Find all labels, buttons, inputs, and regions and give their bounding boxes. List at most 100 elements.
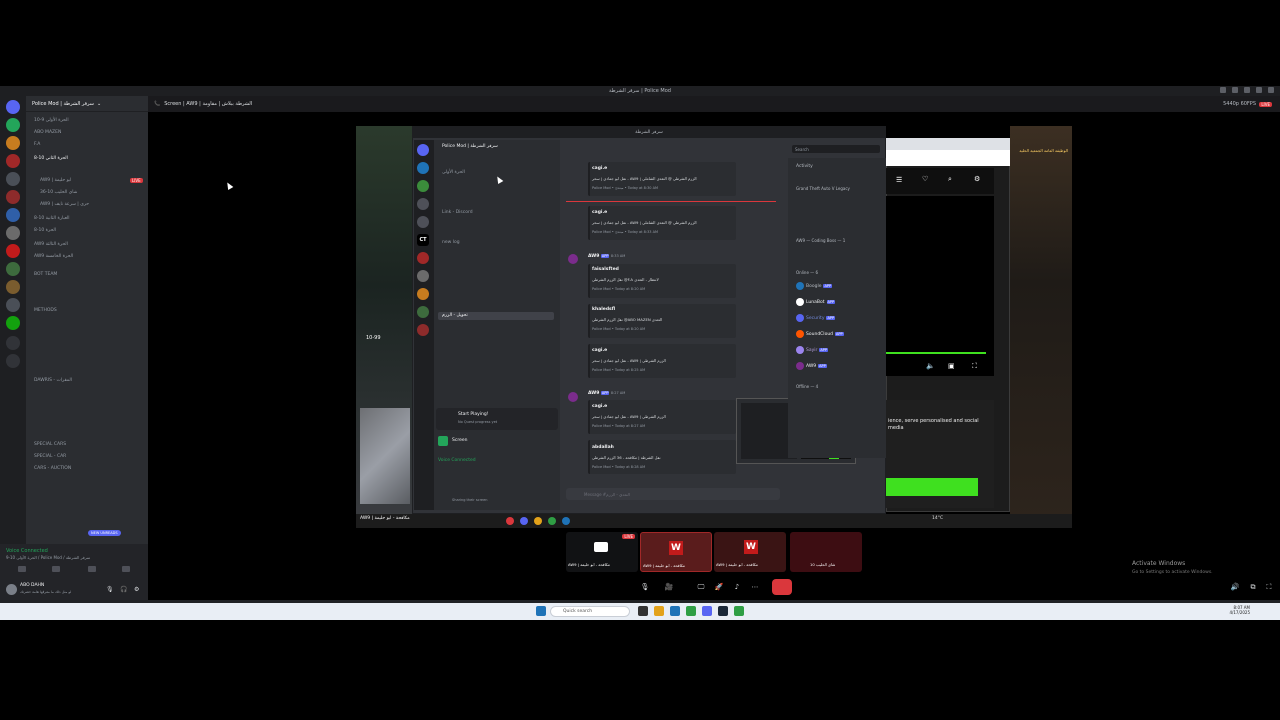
message-input[interactable]: Message #التعدي - الزرم xyxy=(566,488,780,500)
server-icon[interactable] xyxy=(417,288,429,300)
server-icon[interactable] xyxy=(417,252,429,264)
inner-server-name[interactable]: Police Mod | سرفر الشرطة xyxy=(442,144,498,149)
explore-icon[interactable] xyxy=(6,354,20,368)
member-name[interactable]: Boogle xyxy=(806,284,821,289)
volume-icon[interactable]: 🔈 xyxy=(926,362,935,370)
avatar[interactable] xyxy=(796,346,804,354)
avatar[interactable] xyxy=(796,298,804,306)
server-icon[interactable] xyxy=(6,190,20,204)
channel-item[interactable]: SPECIAL - CAR xyxy=(34,454,66,459)
close-button[interactable] xyxy=(1268,87,1274,93)
headphones-icon[interactable]: 🎧 xyxy=(120,586,127,593)
chrome-icon[interactable] xyxy=(734,606,744,616)
heart-icon[interactable]: ♡ xyxy=(922,175,928,183)
participant-tile[interactable]: W AW9 | مكافحة - ابو حليمة xyxy=(714,532,786,572)
task-view-icon[interactable] xyxy=(638,606,648,616)
channel-item[interactable]: CARS - AUCTION xyxy=(34,466,71,471)
volume-icon[interactable]: 🔊 xyxy=(1230,582,1240,592)
search-input[interactable]: Search xyxy=(792,145,880,153)
search-input[interactable]: Quick search xyxy=(550,606,630,617)
chrome-icon[interactable] xyxy=(548,517,556,525)
channel-item[interactable]: الحرة 10-8 xyxy=(34,228,56,233)
server-icon[interactable] xyxy=(6,244,20,258)
avatar[interactable] xyxy=(796,282,804,290)
activity-icon[interactable] xyxy=(88,566,96,572)
server-icon[interactable] xyxy=(6,118,20,132)
mic-icon[interactable]: 🎙 xyxy=(640,582,650,592)
popout-icon[interactable]: ⧉ xyxy=(1248,582,1258,592)
member-name[interactable]: Sayir xyxy=(806,348,817,353)
message-author[interactable]: cagi.e xyxy=(592,348,607,353)
edge-icon[interactable] xyxy=(670,606,680,616)
participant-tile[interactable]: AW9 | مكافحة - ابو حليمة LIVE xyxy=(566,532,638,572)
home-icon[interactable] xyxy=(417,144,429,156)
member-name[interactable]: AW9 xyxy=(806,364,816,369)
channel-item[interactable]: الحرة الأولى 9-10 xyxy=(34,118,69,123)
add-server-icon[interactable] xyxy=(6,336,20,350)
discord-icon[interactable] xyxy=(702,606,712,616)
home-icon[interactable] xyxy=(6,100,20,114)
inbox-icon[interactable] xyxy=(1220,87,1226,93)
chrome-icon[interactable] xyxy=(686,606,696,616)
category-header[interactable]: BOT TEAM xyxy=(34,272,57,277)
channel-item[interactable]: DAWRIS - المقرات xyxy=(34,378,72,383)
server-header[interactable]: Police Mod | سرفر الشرطة ⌄ xyxy=(26,96,148,112)
ct-server-icon[interactable]: CT xyxy=(417,234,429,246)
quest-card[interactable] xyxy=(436,408,558,430)
server-icon[interactable] xyxy=(417,162,429,174)
pip-icon[interactable]: ▣ xyxy=(948,362,955,370)
server-icon[interactable] xyxy=(6,262,20,276)
channel-item[interactable]: METHODS xyxy=(34,308,57,313)
channel-item[interactable]: ABO MAZEN xyxy=(34,130,61,135)
disconnect-button[interactable] xyxy=(772,579,792,595)
server-icon[interactable] xyxy=(417,216,429,228)
server-icon[interactable] xyxy=(6,226,20,240)
server-icon[interactable] xyxy=(417,198,429,210)
file-explorer-icon[interactable] xyxy=(654,606,664,616)
new-unreads-pill[interactable]: NEW UNREADS xyxy=(88,530,121,536)
voice-user[interactable]: شاي الحليب 10-36 xyxy=(40,190,77,195)
server-icon[interactable] xyxy=(417,306,429,318)
clock[interactable]: 8:07 AM 4/17/2025 xyxy=(1216,605,1250,615)
avatar[interactable] xyxy=(796,330,804,338)
activity-icon[interactable]: 🚀 xyxy=(714,582,724,592)
server-icon[interactable] xyxy=(417,270,429,282)
mic-icon[interactable]: 🎙 xyxy=(106,586,114,593)
more-icon[interactable]: ⋯ xyxy=(750,582,760,592)
accept-button[interactable] xyxy=(886,478,978,496)
app-icon[interactable] xyxy=(534,517,542,525)
activity-game[interactable]: Grand Theft Auto V Legacy xyxy=(796,186,850,191)
voice-channel[interactable]: الحرة الأولى 10-9 / Police Mod / سرفر ال… xyxy=(6,555,90,560)
server-icon[interactable] xyxy=(6,154,20,168)
category-header[interactable]: new log xyxy=(442,240,460,245)
progress-bar[interactable] xyxy=(886,352,986,354)
channel-item[interactable]: AW9 الحرة الخامسة xyxy=(34,254,73,259)
message-author[interactable]: cagi.e xyxy=(592,404,607,409)
server-icon[interactable] xyxy=(6,172,20,186)
fullscreen-icon[interactable]: ⛶ xyxy=(1264,582,1274,592)
channel-item[interactable]: F.A xyxy=(34,142,40,147)
avatar[interactable] xyxy=(568,254,578,264)
channel-item[interactable]: Link - Discord xyxy=(442,210,473,215)
avatar[interactable] xyxy=(568,392,578,402)
video-player[interactable]: 🔈 ▣ ⛶ xyxy=(886,196,994,376)
fullscreen-icon[interactable]: ⛶ xyxy=(972,362,977,371)
screen-share-icon[interactable] xyxy=(52,566,60,572)
channel-item-active[interactable]: الحرة الثاني 10-8 xyxy=(34,156,68,161)
participant-tile[interactable]: شاي الحليب 10 xyxy=(790,532,862,572)
member-name[interactable]: Security xyxy=(806,316,824,321)
message-author[interactable]: faisalsfted xyxy=(592,267,619,272)
search-icon[interactable]: ⌕ xyxy=(948,175,952,184)
participant-tile[interactable]: W AW9 | مكافحة - ابو حليمة xyxy=(640,532,712,572)
member-name[interactable]: LunaBot xyxy=(806,300,825,305)
help-icon[interactable] xyxy=(1232,87,1238,93)
channel-item[interactable]: AW9 الحرة الثالثة xyxy=(34,242,68,247)
maximize-button[interactable] xyxy=(1256,87,1262,93)
category-header[interactable]: SPECIAL CARS xyxy=(34,442,66,447)
camera-icon[interactable] xyxy=(18,566,26,572)
minimize-button[interactable] xyxy=(1244,87,1250,93)
avatar[interactable] xyxy=(6,584,17,595)
menu-icon[interactable]: ☰ xyxy=(896,176,902,184)
message-author[interactable]: abdallah xyxy=(592,445,614,450)
member-name[interactable]: SoundCloud xyxy=(806,332,833,337)
